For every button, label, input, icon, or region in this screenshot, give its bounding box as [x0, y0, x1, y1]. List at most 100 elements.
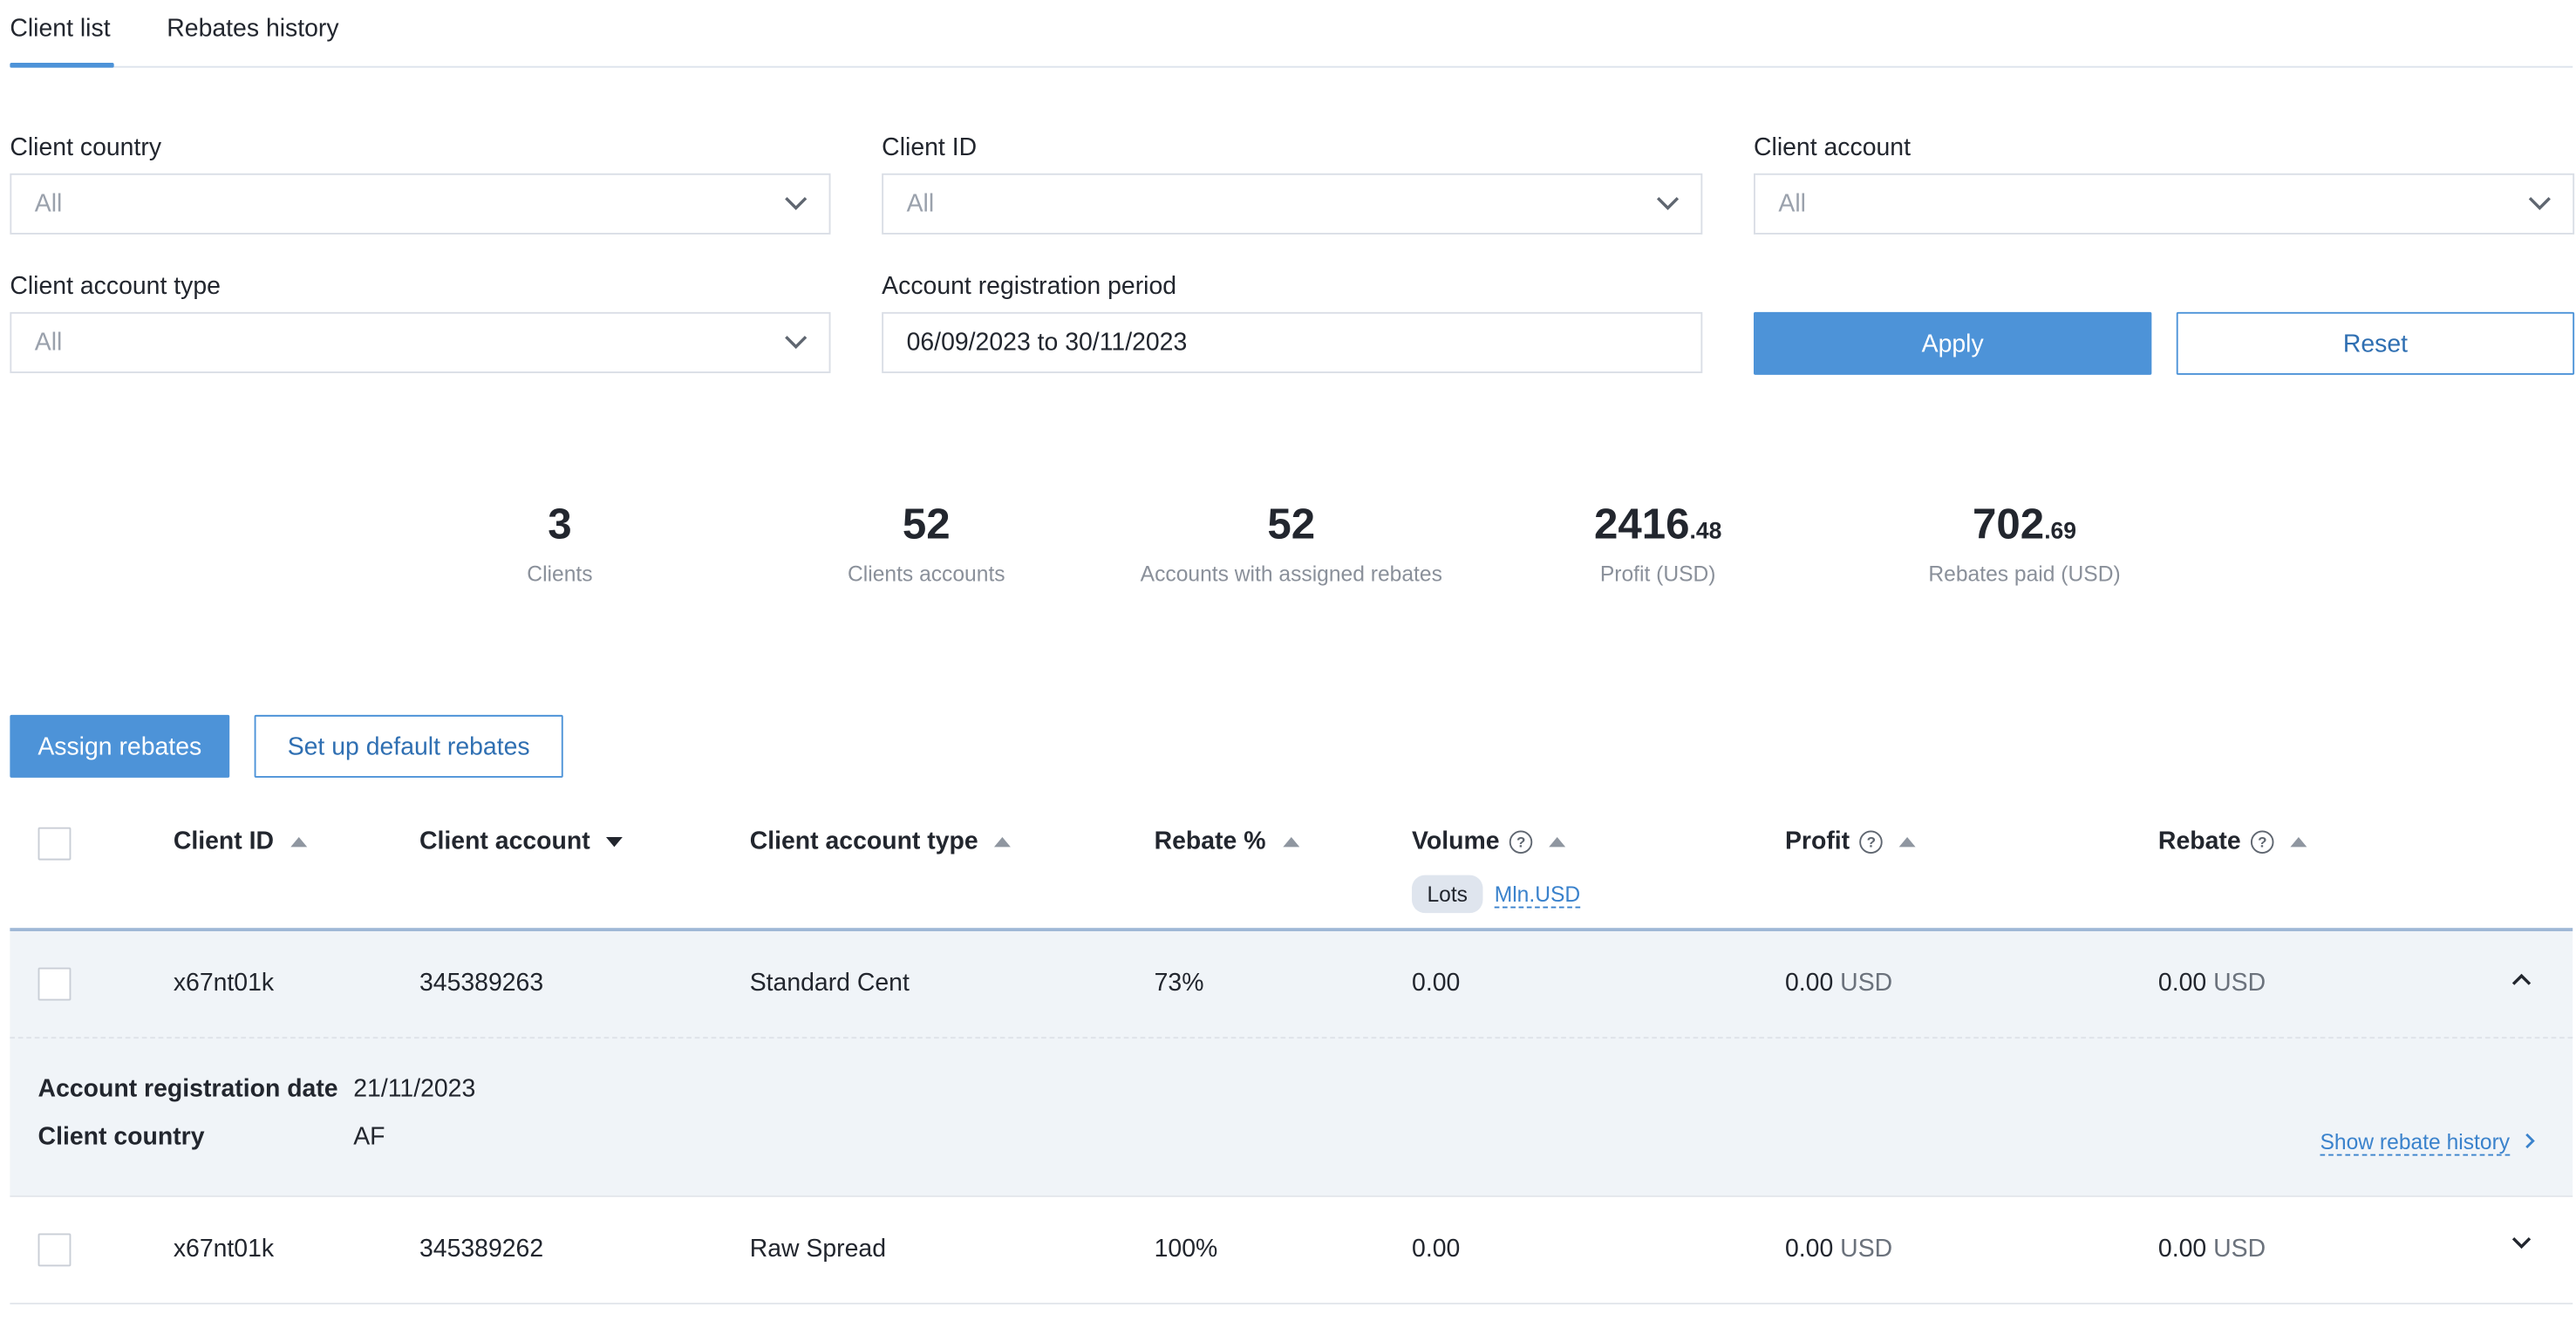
column-label: Rebate % — [1154, 827, 1266, 855]
row-divider — [10, 1195, 2573, 1197]
column-header-client-id[interactable]: Client ID — [174, 827, 307, 855]
reset-button[interactable]: Reset — [2176, 311, 2575, 375]
cell-profit: 0.00 USD — [1785, 970, 1892, 998]
apply-button[interactable]: Apply — [1754, 311, 2152, 375]
client-account-label: Client account — [1754, 133, 1912, 162]
chevron-down-icon — [785, 197, 808, 211]
stat-label: Accounts with assigned rebates — [1140, 561, 1442, 587]
client-account-value: All — [1778, 189, 1806, 218]
row-checkbox[interactable] — [37, 967, 72, 1001]
client-country-detail-value: AF — [353, 1122, 385, 1151]
column-label: Client account type — [749, 827, 978, 855]
stat-label: Rebates paid (USD) — [1928, 561, 2121, 587]
stat-value: 3 — [548, 498, 572, 548]
chevron-down-icon[interactable] — [2508, 1234, 2534, 1254]
rebate-value: 0.00 — [2157, 1235, 2207, 1263]
help-icon[interactable]: ? — [1509, 829, 1533, 854]
column-header-rebate[interactable]: Rebate? — [2158, 827, 2307, 855]
row-detail-divider — [10, 1037, 2573, 1039]
stat-value: 52 — [1267, 498, 1316, 548]
client-account-type-label: Client account type — [10, 272, 221, 301]
currency-label: USD — [2213, 969, 2266, 998]
sort-asc-icon — [2290, 836, 2307, 847]
cell-volume: 0.00 — [1412, 1235, 1461, 1263]
client-list-page: Client list Rebates history Client count… — [0, 0, 2576, 1321]
stat-accounts-with-rebates: 52 Accounts with assigned rebates — [1109, 495, 1473, 586]
cell-client-id: x67nt01k — [173, 1235, 275, 1263]
column-label: Volume — [1412, 827, 1500, 855]
column-header-profit[interactable]: Profit? — [1785, 827, 1916, 855]
chevron-right-icon[interactable] — [2522, 1131, 2539, 1151]
stat-label: Profit (USD) — [1599, 561, 1716, 587]
set-default-rebates-button[interactable]: Set up default rebates — [254, 714, 563, 778]
help-icon[interactable]: ? — [1859, 829, 1884, 854]
chevron-down-icon — [1656, 197, 1680, 211]
stat-value: 702 — [1973, 498, 2045, 548]
registration-period-label: Account registration period — [882, 272, 1177, 301]
column-label: Profit — [1784, 827, 1850, 855]
active-tab-indicator — [10, 62, 114, 68]
profit-value: 0.00 — [1784, 969, 1834, 998]
column-header-client-account[interactable]: Client account — [419, 827, 624, 855]
stat-decimal: .48 — [1689, 516, 1722, 543]
stat-value: 2416 — [1593, 498, 1690, 548]
sort-asc-icon — [994, 836, 1012, 847]
client-account-type-select[interactable]: All — [10, 311, 831, 373]
client-country-label: Client country — [10, 133, 162, 162]
cell-rebate: 0.00 USD — [2158, 1235, 2266, 1263]
reg-date-value: 21/11/2023 — [353, 1074, 476, 1103]
registration-period-input[interactable]: 06/09/2023 to 30/11/2023 — [882, 311, 1703, 373]
stat-profit: 2416.48 Profit (USD) — [1476, 495, 1840, 586]
column-header-account-type[interactable]: Client account type — [750, 827, 1012, 855]
sort-asc-icon — [290, 836, 307, 847]
registration-period-value: 06/09/2023 to 30/11/2023 — [906, 328, 1188, 357]
stat-clients: 3 Clients — [378, 495, 742, 586]
tabs-divider — [10, 65, 2573, 68]
currency-label: USD — [2213, 1235, 2266, 1263]
client-account-type-value: All — [34, 328, 63, 357]
sort-asc-icon — [1898, 836, 1916, 847]
client-country-value: All — [34, 189, 63, 218]
cell-account-type: Raw Spread — [749, 1235, 887, 1263]
currency-label: USD — [1840, 969, 1893, 998]
column-label: Rebate — [2157, 827, 2241, 855]
currency-label: USD — [1840, 1235, 1893, 1263]
cell-volume: 0.00 — [1412, 969, 1461, 998]
assign-rebates-button[interactable]: Assign rebates — [10, 714, 230, 778]
chevron-down-icon — [785, 336, 808, 350]
stat-client-accounts: 52 Clients accounts — [745, 495, 1108, 586]
select-all-checkbox[interactable] — [37, 827, 72, 861]
stat-label: Clients accounts — [847, 561, 1005, 587]
column-header-rebate-pct[interactable]: Rebate % — [1155, 827, 1299, 855]
cell-rebate: 0.00 USD — [2158, 970, 2266, 998]
help-icon[interactable]: ? — [2251, 829, 2274, 854]
client-id-value: All — [906, 189, 935, 218]
row-divider — [10, 1303, 2573, 1304]
client-id-label: Client ID — [882, 133, 978, 162]
cell-client-account: 345389263 — [419, 969, 544, 998]
sort-asc-icon — [1282, 836, 1299, 847]
tab-rebates-history[interactable]: Rebates history — [167, 15, 338, 43]
cell-rebate-pct: 100% — [1154, 1235, 1218, 1263]
volume-unit-lots[interactable]: Lots — [1412, 875, 1483, 914]
reg-date-label: Account registration date — [37, 1074, 338, 1103]
client-id-select[interactable]: All — [882, 173, 1703, 235]
tab-client-list[interactable]: Client list — [10, 15, 110, 43]
cell-client-account: 345389262 — [419, 1235, 544, 1263]
volume-unit-mln-usd[interactable]: Mln.USD — [1494, 882, 1581, 909]
column-header-volume[interactable]: Volume? — [1412, 827, 1566, 855]
chevron-down-icon — [2528, 197, 2551, 211]
stat-label: Clients — [527, 561, 593, 587]
column-label: Client ID — [173, 827, 275, 855]
stat-value: 52 — [902, 498, 951, 548]
stat-rebates-paid: 702.69 Rebates paid (USD) — [1843, 495, 2206, 586]
cell-client-id: x67nt01k — [173, 969, 275, 998]
cell-account-type: Standard Cent — [749, 969, 910, 998]
client-account-select[interactable]: All — [1754, 173, 2575, 235]
cell-profit: 0.00 USD — [1785, 1235, 1892, 1263]
client-country-select[interactable]: All — [10, 173, 831, 235]
stat-decimal: .69 — [2044, 516, 2077, 543]
row-checkbox[interactable] — [37, 1233, 72, 1267]
chevron-up-icon[interactable] — [2508, 970, 2534, 990]
show-rebate-history-link[interactable]: Show rebate history — [2320, 1129, 2511, 1156]
